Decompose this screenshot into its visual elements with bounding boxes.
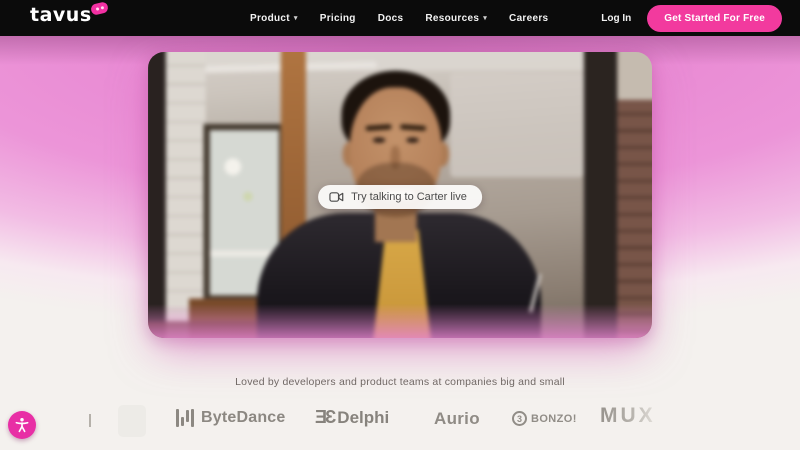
presenter-video[interactable]: Try talking to Carter live: [148, 52, 652, 338]
video-camera-icon: [329, 191, 344, 203]
nav-item-docs[interactable]: Docs: [378, 13, 404, 24]
main-nav: Product ▾ Pricing Docs Resources ▾ Caree…: [250, 0, 548, 36]
partial-logo-fragment: [118, 405, 146, 437]
logo-bonzo-text: BONZO!: [531, 413, 577, 425]
scene-right-post: [584, 52, 617, 338]
delphi-icon: ƎƐ: [315, 407, 334, 428]
logo-delphi-text: Delphi: [337, 408, 389, 428]
logo-mux-text: MUX: [600, 404, 656, 428]
top-navbar: tavus Product ▾ Pricing Docs Resources ▾…: [0, 0, 800, 36]
brand-logo[interactable]: tavus: [30, 4, 92, 26]
chevron-down-icon: ▾: [294, 14, 298, 22]
bonzo-circle-icon: 3: [512, 411, 527, 426]
nav-item-resources[interactable]: Resources ▾: [425, 13, 487, 24]
nav-item-product-label: Product: [250, 13, 290, 24]
login-link[interactable]: Log In: [601, 13, 631, 24]
brand-badge-icon: [90, 1, 109, 16]
talk-to-carter-button[interactable]: Try talking to Carter live: [318, 185, 482, 209]
scene-bokeh-light: [243, 192, 252, 201]
nav-item-docs-label: Docs: [378, 13, 404, 24]
social-proof-tagline: Loved by developers and product teams at…: [0, 376, 800, 388]
logo-bonzo: 3 BONZO!: [512, 411, 577, 426]
scene-left-brick-column: [166, 52, 206, 338]
logo-delphi: ƎƐ Delphi: [315, 407, 389, 428]
nav-item-pricing[interactable]: Pricing: [320, 13, 356, 24]
accessibility-icon: [13, 416, 31, 434]
scene-wall: [450, 73, 584, 178]
nav-item-resources-label: Resources: [425, 13, 479, 24]
logo-aurio-text: Aurio: [434, 409, 480, 429]
partial-logo-fragment: [89, 414, 91, 427]
nav-item-careers-label: Careers: [509, 13, 548, 24]
company-logo-strip: ByteDance ƎƐ Delphi Aurio 3 BONZO! MUX: [0, 402, 800, 444]
tavus-homepage: tavus Product ▾ Pricing Docs Resources ▾…: [0, 0, 800, 450]
navbar-actions: Log In Get Started For Free: [601, 0, 782, 36]
talk-to-carter-label: Try talking to Carter live: [351, 191, 467, 203]
presenter-eye: [373, 138, 386, 143]
chevron-down-icon: ▾: [483, 14, 487, 22]
brand-logo-text: tavus: [30, 4, 92, 26]
accessibility-widget-button[interactable]: [8, 411, 36, 439]
bytedance-bars-icon: [176, 408, 194, 428]
nav-item-careers[interactable]: Careers: [509, 13, 548, 24]
nav-item-product[interactable]: Product ▾: [250, 13, 298, 24]
presenter-eye: [406, 138, 419, 143]
video-bottom-pink-fade: [148, 304, 652, 338]
nav-item-pricing-label: Pricing: [320, 13, 356, 24]
logo-mux: MUX: [600, 404, 656, 428]
logo-aurio: Aurio: [434, 409, 480, 429]
scene-right-wall-top: [617, 52, 652, 100]
get-started-button[interactable]: Get Started For Free: [647, 5, 782, 32]
logo-bytedance: ByteDance: [176, 408, 286, 428]
logo-bytedance-text: ByteDance: [201, 409, 286, 427]
scene-left-post: [148, 52, 166, 338]
scene-bokeh-light: [224, 158, 241, 175]
